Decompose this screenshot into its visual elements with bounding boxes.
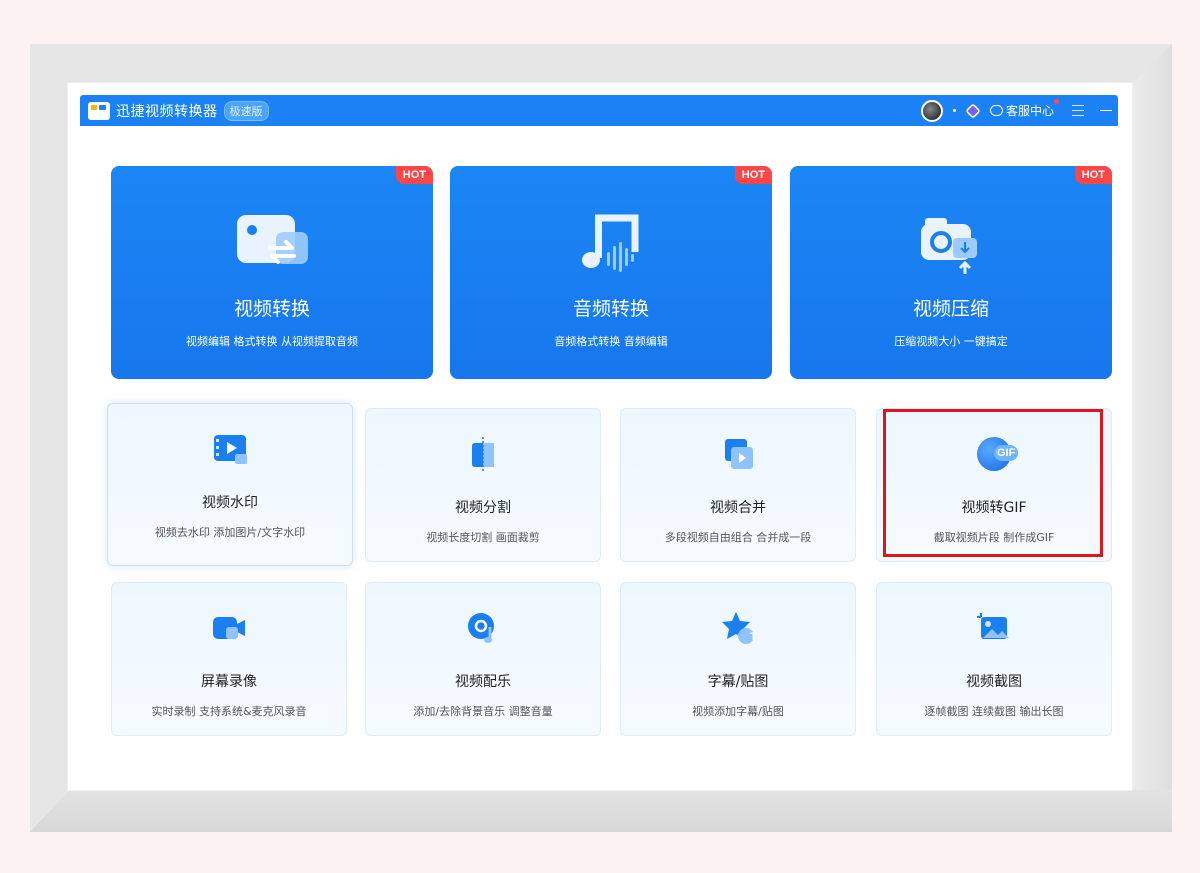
card-title: 视频转GIF [961,500,1027,516]
app-title: 迅捷视频转换器 [116,103,218,120]
card-screen-record[interactable]: 屏幕录像 实时录制 支持系统&麦克风录音 [111,582,347,736]
card-subtitle: 截取视频片段 制作成GIF [933,531,1055,544]
card-subtitle: 逐帧截图 连续截图 输出长图 [924,705,1064,718]
card-title: 视频截图 [966,674,1022,690]
card-title: 视频分割 [455,500,511,516]
card-title: 字幕/贴图 [707,674,769,690]
audio-convert-icon [582,214,639,272]
minimize-icon[interactable] [1100,110,1112,111]
version-badge: 极速版 [223,100,269,121]
card-video-watermark[interactable]: 视频水印 视频去水印 添加图片/文字水印 [107,403,353,566]
card-title: 音频转换 [572,298,649,320]
card-video-merge[interactable]: 视频合并 多段视频自由组合 合并成一段 [620,408,856,562]
gif-icon-label: GIF [994,445,1019,461]
card-subtitle: 视频去水印 添加图片/文字水印 [154,526,306,539]
card-video-compress[interactable]: HOT 视频压缩 压缩视频大小 一键搞定 [790,166,1112,379]
card-audio-convert[interactable]: HOT 音频转换 音频格式转换 音频编辑 [450,166,772,379]
card-title: 视频配乐 [455,674,511,690]
app-logo-icon [88,101,110,120]
card-title: 视频压缩 [912,298,989,320]
split-icon [472,437,494,471]
card-title: 视频转换 [233,298,310,320]
card-title: 视频合并 [710,500,766,516]
card-subtitle: 多段视频自由组合 合并成一段 [664,531,812,544]
card-subtitle-sticker[interactable]: T 字幕/贴图 视频添加字幕/贴图 [620,582,856,736]
card-video-convert[interactable]: HOT 视频转换 视频编辑 格式转换 从视频提取音频 [111,166,433,379]
subtitle-icon-label: T [750,631,757,643]
frame-shadow-right [1132,44,1172,832]
card-title: 视频水印 [202,495,258,511]
card-title: 屏幕录像 [201,674,257,690]
card-video-split[interactable]: 视频分割 视频长度切割 画面裁剪 [365,408,601,562]
screenshot-icon [977,613,1009,639]
watermark-icon [214,435,247,464]
card-video-music[interactable]: 视频配乐 添加/去除背景音乐 调整音量 [365,582,601,736]
notification-dot [1054,99,1059,104]
hot-badge: HOT [395,166,433,184]
user-avatar[interactable] [920,99,943,122]
chat-icon [989,105,1003,116]
video-compress-icon [921,218,977,274]
support-label: 客服中心 [1005,104,1054,118]
card-subtitle: 压缩视频大小 一键搞定 [894,335,1008,348]
title-bar: 迅捷视频转换器 极速版 客服中心 [80,95,1118,126]
screen-record-icon [213,617,245,639]
card-subtitle: 视频编辑 格式转换 从视频提取音频 [186,335,358,348]
card-subtitle: 视频添加字幕/贴图 [692,705,784,718]
menu-icon[interactable] [1072,105,1084,116]
video-convert-icon [237,215,308,264]
card-video-to-gif[interactable]: GIF 视频转GIF 截取视频片段 制作成GIF [876,408,1112,562]
separator-dot [952,109,956,112]
hot-badge: HOT [1074,166,1112,184]
music-icon [468,613,494,643]
vip-icon[interactable] [965,102,981,119]
card-video-screenshot[interactable]: 视频截图 逐帧截图 连续截图 输出长图 [876,582,1112,736]
card-subtitle: 音频格式转换 音频编辑 [554,335,668,348]
hot-badge: HOT [734,166,772,184]
app-window: 迅捷视频转换器 极速版 客服中心 HOT 视频转换 视频编辑 格式转换 从视频提… [68,83,1132,790]
frame-shadow-bottom [30,790,1172,832]
card-subtitle: 添加/去除背景音乐 调整音量 [413,705,553,718]
card-subtitle: 实时录制 支持系统&麦克风录音 [151,705,307,718]
title-bar-actions: 客服中心 [920,99,1118,122]
support-button[interactable]: 客服中心 [989,99,1059,119]
home-content: HOT 视频转换 视频编辑 格式转换 从视频提取音频 HOT 音频转换 音频格式… [68,126,1132,790]
merge-icon [725,439,753,469]
card-subtitle: 视频长度切割 画面裁剪 [426,531,540,544]
gif-icon: GIF [977,437,1019,471]
